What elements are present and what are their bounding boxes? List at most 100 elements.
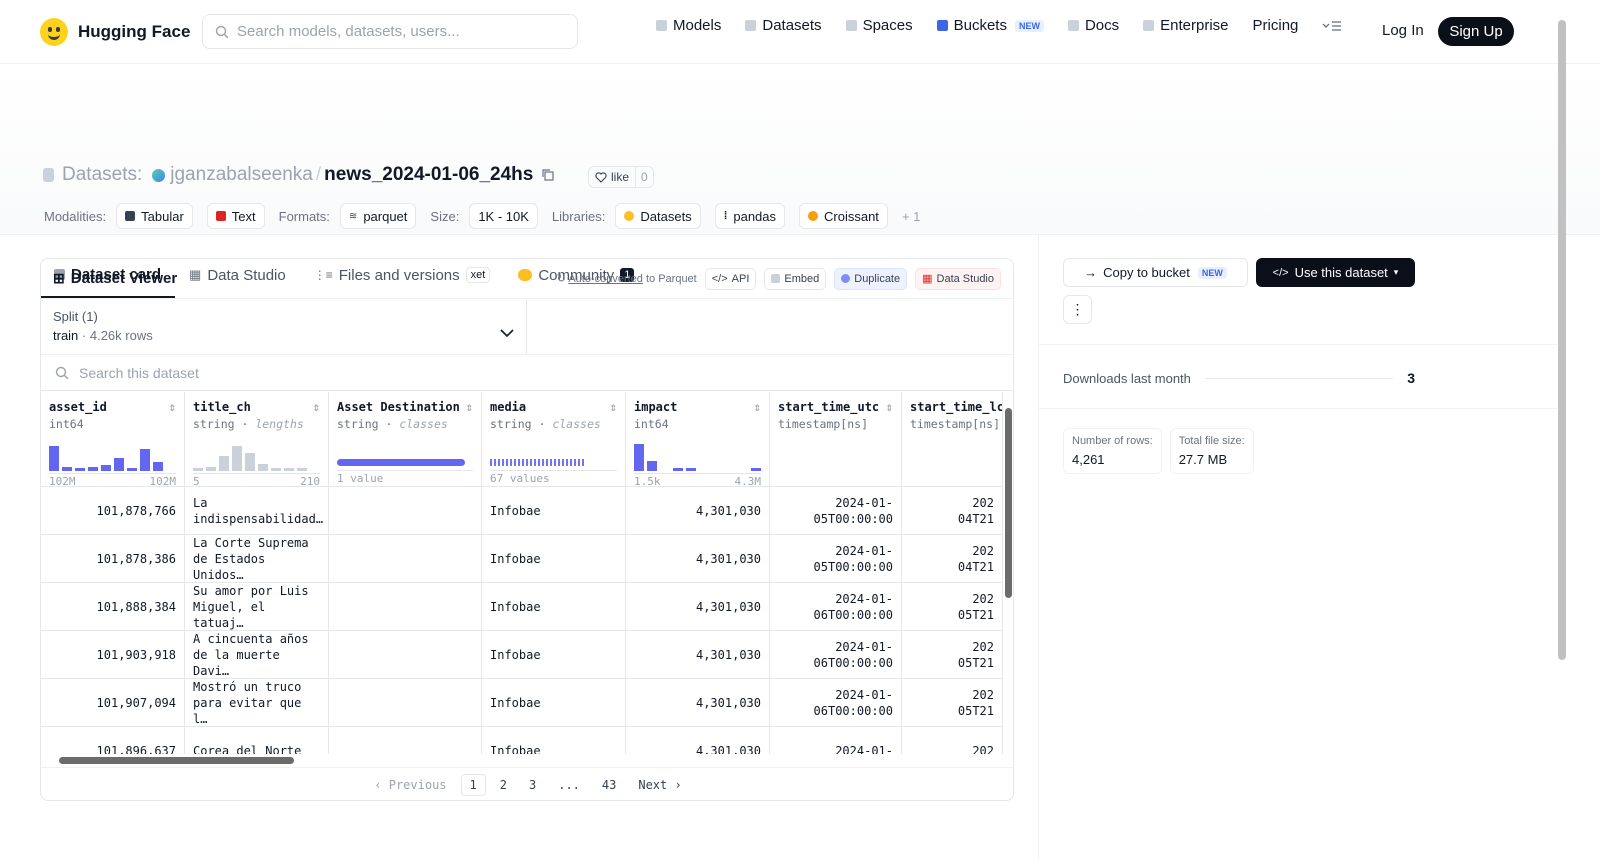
histogram-bar[interactable] (193, 468, 203, 471)
histogram-bar[interactable] (49, 445, 59, 471)
histogram-bar[interactable] (258, 463, 268, 471)
table-cell[interactable]: Infobae (482, 631, 626, 679)
table-cell[interactable] (329, 583, 482, 631)
table-cell[interactable]: 101,878,766 (41, 487, 185, 535)
histogram-bar[interactable] (127, 468, 137, 471)
table-cell[interactable]: 101,903,918 (41, 631, 185, 679)
table-cell[interactable]: 101,888,384 (41, 583, 185, 631)
nav-datasets[interactable]: Datasets (745, 17, 822, 34)
table-cell[interactable] (329, 727, 482, 754)
like-button[interactable]: like 0 (588, 166, 654, 188)
tag-text[interactable]: Text (206, 203, 265, 229)
login-link[interactable]: Log In (1382, 22, 1424, 39)
histogram-bar[interactable] (75, 468, 85, 471)
data-studio-button[interactable]: ▦ Data Studio (915, 267, 1001, 290)
table-cell[interactable] (329, 631, 482, 679)
table-cell[interactable] (329, 679, 482, 727)
table-cell[interactable]: 4,301,030 (626, 727, 770, 754)
column-header[interactable]: start_time_utc ⇕ timestamp[ns] (770, 392, 902, 487)
tag-size[interactable]: 1K - 10K (469, 203, 538, 229)
table-cell[interactable] (329, 535, 482, 583)
next-page-button[interactable]: Next › (630, 775, 689, 795)
nav-enterprise[interactable]: Enterprise (1143, 17, 1229, 34)
nav-menu-button[interactable] (1322, 20, 1342, 32)
histogram-bar[interactable] (673, 468, 683, 471)
histogram-bar[interactable] (114, 457, 124, 471)
column-header[interactable]: title_ch ⇕ string · lengths 5 210 (185, 392, 329, 487)
nav-pricing[interactable]: Pricing (1253, 17, 1299, 34)
tag-tabular[interactable]: Tabular (116, 203, 193, 229)
table-cell[interactable] (329, 487, 482, 535)
table-cell[interactable]: Infobae (482, 583, 626, 631)
table-cell[interactable]: 101,878,386 (41, 535, 185, 583)
histogram-bar[interactable] (284, 468, 294, 471)
histogram-bar[interactable] (271, 468, 281, 471)
table-cell[interactable]: Infobae (482, 535, 626, 583)
table-row[interactable]: 101,878,386 La Corte Suprema de Estados U… (41, 535, 1003, 583)
sort-icon[interactable]: ⇕ (754, 400, 761, 414)
table-row[interactable]: 101,888,384 Su amor por Luis Miguel, el t… (41, 583, 1003, 631)
sort-icon[interactable]: ⇕ (610, 400, 617, 414)
sort-icon[interactable]: ⇕ (169, 400, 176, 414)
table-cell[interactable]: 4,301,030 (626, 679, 770, 727)
tag-parquet[interactable]: ≋ parquet (339, 203, 417, 229)
table-cell[interactable]: 4,301,030 (626, 535, 770, 583)
table-cell[interactable]: 2024-01-06T00:00:00 (770, 679, 902, 727)
api-button[interactable]: </> API (704, 267, 757, 290)
histogram-bar[interactable] (686, 468, 696, 471)
tag-pandas[interactable]: ⁞ pandas (714, 203, 786, 229)
repo-owner-link[interactable]: jganzabalseenka (152, 164, 313, 186)
table-row[interactable]: 101,903,918 A cincuenta años de la muerte… (41, 631, 1003, 679)
histogram-bar[interactable] (297, 468, 307, 471)
page-button[interactable]: 3 (521, 775, 544, 795)
table-row[interactable]: 101,907,094 Mostró un truco para evitar q… (41, 679, 1003, 727)
table-cell[interactable]: 2024-01-06T00:00:00 (770, 631, 902, 679)
histogram-bar[interactable] (206, 466, 216, 471)
table-cell[interactable]: 2024-01-06T00:00:00 (770, 583, 902, 631)
table-cell[interactable]: Corea del Norte (185, 727, 329, 754)
table-cell[interactable]: Infobae (482, 727, 626, 754)
split-selector[interactable]: Split (1) train · 4.26k rows (41, 299, 527, 354)
table-cell[interactable]: 4,301,030 (626, 487, 770, 535)
histogram-bar[interactable] (88, 466, 98, 471)
histogram-bar[interactable] (634, 444, 644, 471)
table-cell[interactable]: 2024-01-05T00:00:00 (770, 535, 902, 583)
dataset-search-input[interactable]: Search this dataset (41, 355, 1013, 391)
duplicate-button[interactable]: Duplicate (834, 267, 908, 290)
sort-icon[interactable]: ⇕ (466, 400, 473, 414)
more-tags-link[interactable]: + 1 (902, 209, 920, 224)
column-header[interactable]: start_time_lc timestamp[ns] (902, 392, 1003, 487)
auto-converted-link[interactable]: Auto-converted (568, 273, 643, 285)
table-vertical-scrollbar[interactable] (1003, 392, 1013, 754)
sort-icon[interactable]: ⇕ (313, 400, 320, 414)
table-cell[interactable]: 202 05T21 (902, 631, 1003, 679)
brand-logo[interactable]: Hugging Face (40, 17, 190, 46)
table-cell[interactable]: 101,907,094 (41, 679, 185, 727)
table-cell[interactable]: 2024-01-05T00:00:00 (770, 487, 902, 535)
table-cell[interactable]: 2024-01- (770, 727, 902, 754)
embed-button[interactable]: Embed (764, 267, 827, 290)
column-header[interactable]: Asset Destination ⇕ string · classes 1 va… (329, 392, 482, 487)
nav-spaces[interactable]: Spaces (845, 17, 913, 34)
sort-icon[interactable]: ⇕ (886, 400, 893, 414)
table-cell[interactable]: 202 (902, 727, 1003, 754)
table-cell[interactable]: 202 04T21 (902, 487, 1003, 535)
table-cell[interactable]: Infobae (482, 679, 626, 727)
table-cell[interactable]: 202 05T21 (902, 583, 1003, 631)
page-scrollbar[interactable] (1556, 0, 1568, 861)
histogram-bar[interactable] (647, 460, 657, 471)
nav-docs[interactable]: Docs (1067, 17, 1119, 34)
previous-page-button[interactable]: ‹ Previous (366, 775, 454, 795)
repo-name[interactable]: news_2024-01-06_24hs (324, 164, 533, 186)
table-cell[interactable]: 202 05T21 (902, 679, 1003, 727)
table-cell[interactable]: 4,301,030 (626, 631, 770, 679)
histogram-bar[interactable] (153, 462, 163, 471)
column-header[interactable]: impact ⇕ int64 1.5k 4.3M (626, 392, 770, 487)
more-options-button[interactable]: ⋮ (1063, 295, 1092, 324)
table-row[interactable]: 101,878,766 La indispensabilidad… Infobae 4… (41, 487, 1003, 535)
table-cell[interactable]: Infobae (482, 487, 626, 535)
table-row[interactable]: 101,896,637 Corea del Norte Infobae 4,301,0… (41, 727, 1003, 754)
histogram-bar[interactable] (62, 466, 72, 471)
table-horizontal-scrollbar[interactable] (41, 754, 1003, 766)
table-cell[interactable]: 4,301,030 (626, 583, 770, 631)
